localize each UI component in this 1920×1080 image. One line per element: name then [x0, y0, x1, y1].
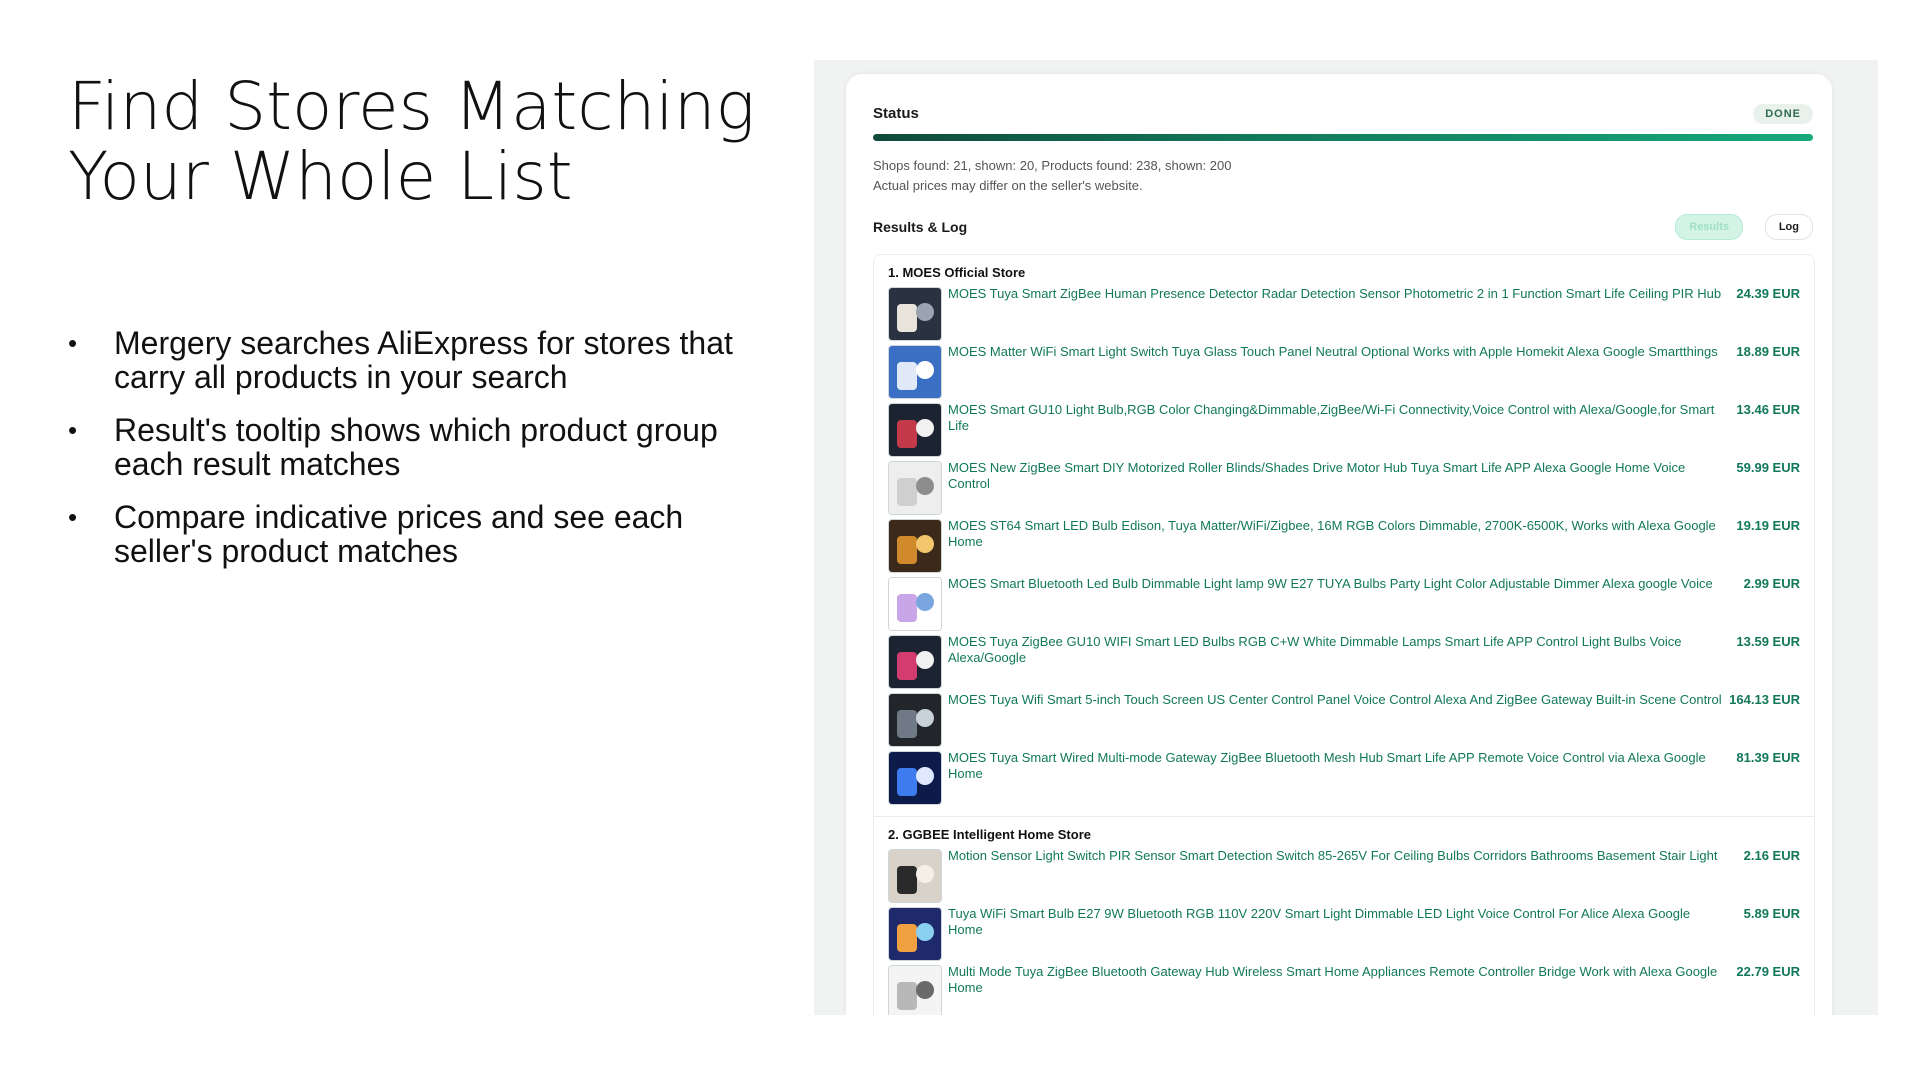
product-price: 24.39 EUR [1736, 286, 1800, 301]
product-thumbnail[interactable] [888, 907, 942, 961]
status-summary: Shops found: 21, shown: 20, Products fou… [873, 158, 1232, 173]
product-thumbnail[interactable] [888, 577, 942, 631]
product-row[interactable]: MOES Tuya ZigBee GU10 WIFI Smart LED Bul… [888, 634, 1800, 692]
product-price: 22.79 EUR [1736, 964, 1800, 979]
product-row[interactable]: MOES ST64 Smart LED Bulb Edison, Tuya Ma… [888, 518, 1800, 576]
store-group: 1. MOES Official Store MOES Tuya Smart Zi… [874, 255, 1814, 816]
product-link[interactable]: MOES Tuya Wifi Smart 5-inch Touch Screen… [948, 692, 1728, 708]
product-price: 19.19 EUR [1736, 518, 1800, 533]
bullet-dot: • [68, 502, 78, 532]
product-link[interactable]: MOES Smart GU10 Light Bulb,RGB Color Cha… [948, 402, 1728, 434]
product-link[interactable]: MOES Tuya Smart ZigBee Human Presence De… [948, 286, 1728, 302]
product-link[interactable]: MOES Tuya Smart Wired Multi-mode Gateway… [948, 750, 1728, 782]
product-row[interactable]: Multi Mode Tuya ZigBee Bluetooth Gateway… [888, 964, 1800, 1015]
product-row[interactable]: MOES Smart GU10 Light Bulb,RGB Color Cha… [888, 402, 1800, 460]
product-row[interactable]: Motion Sensor Light Switch PIR Sensor Sm… [888, 848, 1800, 906]
product-row[interactable]: MOES Smart Bluetooth Led Bulb Dimmable L… [888, 576, 1800, 634]
product-thumbnail[interactable] [888, 519, 942, 573]
product-link[interactable]: Tuya WiFi Smart Bulb E27 9W Bluetooth RG… [948, 906, 1728, 938]
product-price: 13.59 EUR [1736, 634, 1800, 649]
product-link[interactable]: Motion Sensor Light Switch PIR Sensor Sm… [948, 848, 1728, 864]
product-link[interactable]: MOES ST64 Smart LED Bulb Edison, Tuya Ma… [948, 518, 1728, 550]
feature-list: • Mergery searches AliExpress for stores… [68, 326, 768, 587]
product-link[interactable]: MOES Smart Bluetooth Led Bulb Dimmable L… [948, 576, 1728, 592]
product-thumbnail[interactable] [888, 635, 942, 689]
product-thumbnail[interactable] [888, 965, 942, 1015]
store-group: 2. GGBEE Intelligent Home Store Motion Se… [874, 816, 1814, 1015]
product-thumbnail[interactable] [888, 693, 942, 747]
feature-bullet: • Mergery searches AliExpress for stores… [68, 326, 768, 394]
store-name[interactable]: 1. MOES Official Store [888, 265, 1800, 280]
product-link[interactable]: MOES Matter WiFi Smart Light Switch Tuya… [948, 344, 1728, 360]
feature-bullet: • Compare indicative prices and see each… [68, 500, 768, 568]
product-link[interactable]: MOES New ZigBee Smart DIY Motorized Roll… [948, 460, 1728, 492]
status-label: Status [873, 105, 919, 122]
results-list[interactable]: 1. MOES Official Store MOES Tuya Smart Zi… [873, 254, 1815, 1015]
product-thumbnail[interactable] [888, 849, 942, 903]
tab-log[interactable]: Log [1764, 214, 1813, 240]
bullet-dot: • [68, 328, 78, 358]
progress-bar [873, 134, 1813, 141]
bullet-dot: • [68, 415, 78, 445]
store-name[interactable]: 2. GGBEE Intelligent Home Store [888, 827, 1800, 842]
progress-fill [873, 134, 1813, 141]
product-price: 164.13 EUR [1729, 692, 1800, 707]
product-row[interactable]: MOES Tuya Wifi Smart 5-inch Touch Screen… [888, 692, 1800, 750]
status-header: Status DONE [873, 102, 1813, 126]
product-price: 5.89 EUR [1743, 906, 1800, 921]
app-screenshot: Status DONE Shops found: 21, shown: 20, … [814, 60, 1878, 1015]
product-price: 2.16 EUR [1743, 848, 1800, 863]
feature-text: Mergery searches AliExpress for stores t… [114, 325, 733, 395]
status-info: Shops found: 21, shown: 20, Products fou… [873, 156, 1231, 196]
product-price: 81.39 EUR [1736, 750, 1800, 765]
feature-text: Compare indicative prices and see each s… [114, 499, 684, 569]
product-thumbnail[interactable] [888, 345, 942, 399]
feature-bullet: • Result's tooltip shows which product g… [68, 413, 768, 481]
product-price: 59.99 EUR [1736, 460, 1800, 475]
product-row[interactable]: Tuya WiFi Smart Bulb E27 9W Bluetooth RG… [888, 906, 1800, 964]
product-link[interactable]: MOES Tuya ZigBee GU10 WIFI Smart LED Bul… [948, 634, 1728, 666]
product-row[interactable]: MOES Matter WiFi Smart Light Switch Tuya… [888, 344, 1800, 402]
status-badge: DONE [1753, 104, 1813, 124]
product-price: 2.99 EUR [1743, 576, 1800, 591]
results-log-heading: Results & Log [873, 219, 968, 235]
product-link[interactable]: Multi Mode Tuya ZigBee Bluetooth Gateway… [948, 964, 1728, 996]
product-row[interactable]: MOES Tuya Smart ZigBee Human Presence De… [888, 286, 1800, 344]
results-header: Results & Log Results Log [873, 214, 1813, 240]
product-price: 18.89 EUR [1736, 344, 1800, 359]
product-thumbnail[interactable] [888, 751, 942, 805]
search-status-panel: Status DONE Shops found: 21, shown: 20, … [846, 74, 1832, 1015]
product-thumbnail[interactable] [888, 287, 942, 341]
slide-title: Find Stores Matching Your Whole List [68, 68, 756, 215]
product-thumbnail[interactable] [888, 403, 942, 457]
tab-results[interactable]: Results [1675, 214, 1743, 240]
price-disclaimer: Actual prices may differ on the seller's… [873, 178, 1143, 193]
feature-text: Result's tooltip shows which product gro… [114, 412, 718, 482]
product-price: 13.46 EUR [1736, 402, 1800, 417]
product-row[interactable]: MOES Tuya Smart Wired Multi-mode Gateway… [888, 750, 1800, 808]
product-thumbnail[interactable] [888, 461, 942, 515]
product-row[interactable]: MOES New ZigBee Smart DIY Motorized Roll… [888, 460, 1800, 518]
